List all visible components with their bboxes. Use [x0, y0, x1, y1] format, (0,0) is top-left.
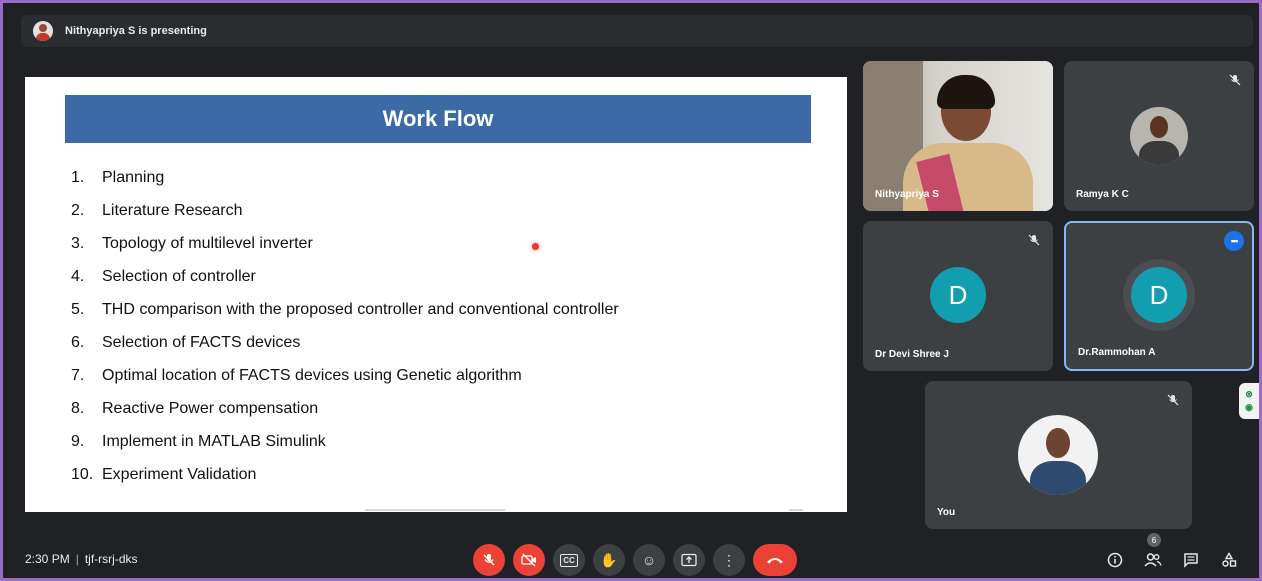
present-icon	[681, 553, 697, 567]
chat-button[interactable]	[1179, 548, 1203, 572]
activities-button[interactable]	[1217, 548, 1241, 572]
presenting-banner: Nithyapriya S is presenting	[21, 15, 1253, 47]
list-item: 2. Literature Research	[71, 201, 243, 219]
speaking-indicator-icon: ▪▪▪	[1224, 231, 1244, 251]
camera-off-icon	[521, 553, 536, 567]
meeting-info: 2:30 PM | tjf-rsrj-dks	[25, 552, 138, 566]
presentation-slide: Work Flow 1. Planning 2. Literature Resear…	[25, 77, 847, 512]
more-options-button[interactable]: ⋮	[713, 544, 745, 576]
info-icon	[1107, 552, 1123, 568]
slide-footer	[365, 509, 505, 511]
slide-list: 1. Planning 2. Literature Research 3. Topol…	[71, 161, 619, 491]
avatar: D	[930, 267, 986, 323]
mic-off-icon	[1226, 71, 1244, 89]
close-icon[interactable]: ⊗	[1245, 389, 1253, 400]
activities-icon	[1222, 552, 1237, 567]
laser-pointer	[532, 243, 539, 250]
participant-name: Dr.Rammohan A	[1078, 347, 1156, 358]
list-item: 5. THD comparison with the proposed contr…	[71, 300, 619, 318]
meeting-details-button[interactable]	[1103, 548, 1127, 572]
list-item: 7. Optimal location of FACTS devices usin…	[71, 366, 522, 384]
list-item: 1. Planning	[71, 168, 165, 186]
call-controls: CC ✋ ☺ ⋮	[473, 544, 797, 576]
bottom-toolbar: 2:30 PM | tjf-rsrj-dks CC ✋ ☺ ⋮ 6	[3, 533, 1259, 579]
raise-hand-button[interactable]: ✋	[593, 544, 625, 576]
hand-icon: ✋	[600, 551, 618, 568]
participant-tile-rammohan[interactable]: ▪▪▪ D Dr.Rammohan A	[1064, 221, 1254, 371]
chat-icon	[1184, 553, 1198, 568]
participant-name: Dr Devi Shree J	[875, 349, 949, 360]
presenting-text: Nithyapriya S is presenting	[65, 25, 207, 37]
participant-name: You	[937, 507, 956, 518]
extension-icon[interactable]: ◉	[1245, 402, 1253, 413]
avatar: D	[1131, 267, 1187, 323]
participant-count-badge: 6	[1147, 533, 1161, 547]
participant-tile-ramya[interactable]: Ramya K C	[1064, 61, 1254, 211]
people-button[interactable]: 6	[1141, 533, 1165, 572]
meeting-code: tjf-rsrj-dks	[84, 552, 138, 566]
avatar	[1018, 415, 1098, 495]
mic-toggle-button[interactable]	[473, 544, 505, 576]
meeting-time: 2:30 PM	[25, 552, 70, 566]
hang-up-icon	[767, 558, 783, 564]
list-item: 9. Implement in MATLAB Simulink	[71, 432, 326, 450]
mic-off-icon	[1164, 391, 1182, 409]
present-button[interactable]	[673, 544, 705, 576]
more-vert-icon: ⋮	[722, 551, 736, 568]
presenter-avatar	[33, 21, 53, 41]
slide-page-number	[789, 509, 803, 511]
participant-name: Nithyapriya S	[875, 189, 939, 200]
camera-toggle-button[interactable]	[513, 544, 545, 576]
participant-tile-nithyapriya[interactable]: Nithyapriya S	[863, 61, 1053, 211]
list-item: 8. Reactive Power compensation	[71, 399, 319, 417]
captions-icon: CC	[560, 553, 578, 567]
people-icon	[1144, 553, 1162, 567]
emoji-icon: ☺	[641, 552, 657, 568]
reactions-button[interactable]: ☺	[633, 544, 665, 576]
list-item: 4. Selection of controller	[71, 267, 256, 285]
captions-button[interactable]: CC	[553, 544, 585, 576]
extension-pills[interactable]: ⊗ ◉	[1239, 383, 1259, 419]
list-item: 6. Selection of FACTS devices	[71, 333, 301, 351]
side-panel-controls: 6	[1103, 533, 1241, 572]
mic-off-icon	[1025, 231, 1043, 249]
participant-name: Ramya K C	[1076, 189, 1129, 200]
mic-off-icon	[483, 554, 495, 566]
participant-tile-you[interactable]: You	[925, 381, 1192, 529]
slide-title: Work Flow	[65, 95, 811, 143]
participant-tile-devi[interactable]: D Dr Devi Shree J	[863, 221, 1053, 371]
list-item: 10. Experiment Validation	[71, 465, 257, 483]
avatar	[1130, 107, 1188, 165]
leave-call-button[interactable]	[753, 544, 797, 576]
